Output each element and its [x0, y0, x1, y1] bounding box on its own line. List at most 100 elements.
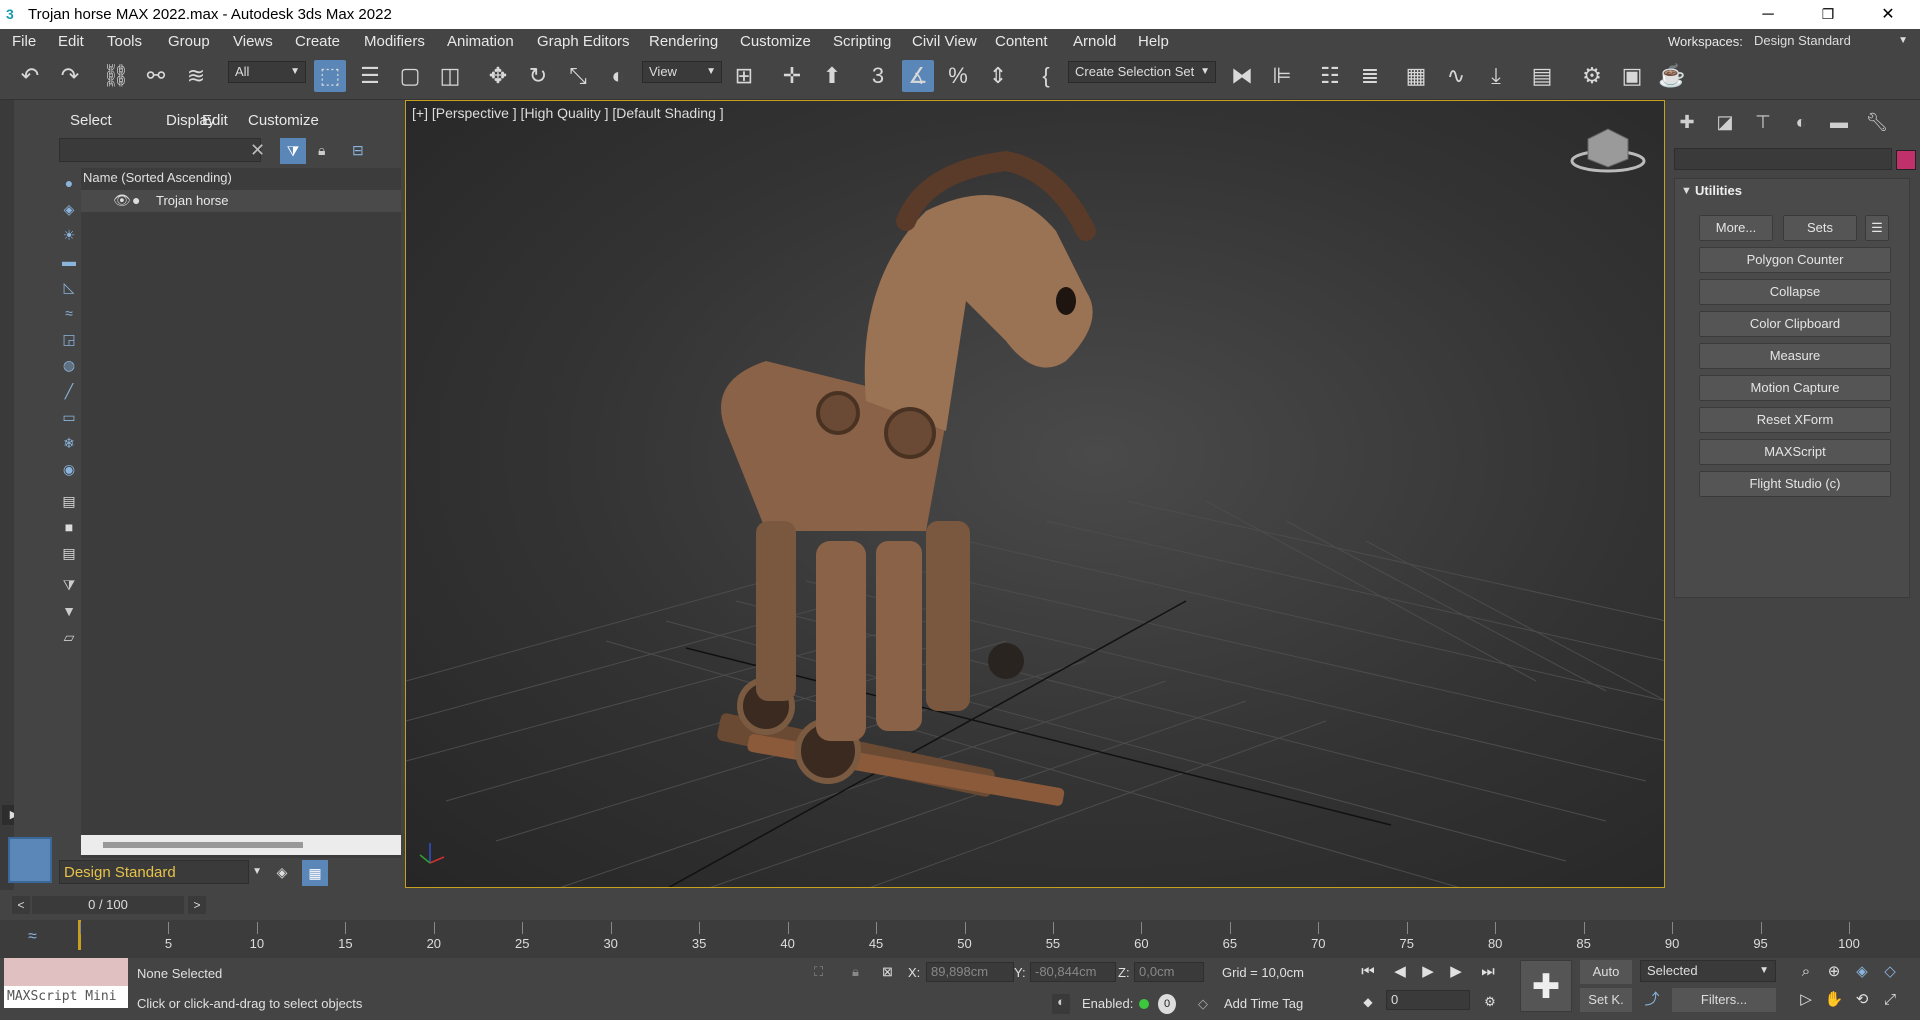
explorer-tab-select[interactable]: Select [70, 112, 112, 129]
motion-tab-icon[interactable]: ◐ [1786, 112, 1816, 134]
snaps-toggle-icon[interactable]: 3 [862, 60, 894, 92]
display-geometry-icon[interactable]: ◈ [58, 198, 80, 220]
explorer-workspace-dropdown[interactable]: Design Standard ▼ [59, 860, 262, 884]
named-selection-set-dropdown[interactable]: Create Selection Set ▼ [1068, 61, 1216, 83]
default-in-out-tangent-icon[interactable]: ⤴ [1640, 988, 1664, 1012]
link-icon[interactable]: ⛓ [100, 60, 132, 92]
display-spacewarps-icon[interactable]: ≈ [58, 302, 80, 324]
maxscript-listener[interactable] [4, 958, 128, 986]
motion-capture-button[interactable]: Motion Capture [1699, 375, 1891, 401]
display-xrefs-icon[interactable]: ◍ [58, 354, 80, 376]
view-cube[interactable] [1570, 128, 1646, 173]
create-tab-icon[interactable]: ✚ [1672, 112, 1702, 134]
perspective-viewport[interactable]: [+] [Perspective ] [High Quality ] [Defa… [405, 100, 1665, 888]
placement-icon[interactable]: ◐ [602, 60, 634, 92]
selection-lock-icon[interactable]: 🔒︎ [852, 964, 859, 980]
maxscript-mini-input[interactable]: MAXScript Mini [4, 986, 128, 1008]
hierarchy-tab-icon[interactable]: ⊤ [1748, 112, 1778, 134]
x-coordinate-field[interactable]: 89,898cm [926, 962, 1014, 982]
render-production-icon[interactable]: ☕ [1656, 60, 1688, 92]
zoom-extents-icon[interactable]: ◈ [1850, 960, 1874, 984]
collapse-arrow-icon[interactable]: ▼ [1681, 185, 1692, 197]
layer-explorer-icon[interactable]: ≣ [1354, 60, 1386, 92]
rollout-title[interactable]: Utilities [1695, 183, 1742, 198]
pan-icon[interactable]: ✋ [1822, 988, 1846, 1012]
align-icon[interactable]: ⊫ [1266, 60, 1298, 92]
window-crossing-icon[interactable]: ◫ [434, 60, 466, 92]
display-frozen-icon[interactable]: ❄ [58, 432, 80, 454]
time-config-icon[interactable]: ⚙ [1478, 990, 1502, 1014]
schematic-view-icon[interactable]: ⤓ [1480, 60, 1512, 92]
curve-editor-icon[interactable]: ∿ [1440, 60, 1472, 92]
collapse-button[interactable]: Collapse [1699, 279, 1891, 305]
list-item[interactable]: 👁︎ ● Trojan horse [81, 190, 401, 212]
menu-edit[interactable]: Edit [58, 33, 84, 50]
display-tab-icon[interactable]: ▬ [1824, 112, 1854, 134]
zoom-extents-all-icon[interactable]: ◇ [1878, 960, 1902, 984]
display-hidden-icon[interactable]: ◉ [58, 458, 80, 480]
clear-search-icon[interactable]: ✕ [250, 140, 265, 161]
play-icon[interactable]: ▶ [1416, 960, 1440, 984]
zoom-all-icon[interactable]: ⊕ [1822, 960, 1846, 984]
display-bones-icon[interactable]: ╱ [58, 380, 80, 402]
trojan-horse-model[interactable] [716, 150, 1096, 807]
time-slider-thumb[interactable]: 0 / 100 [32, 896, 184, 914]
display-containers-icon[interactable]: ▭ [58, 406, 80, 428]
selection-filter-dropdown[interactable]: All ▼ [228, 61, 306, 83]
utilities-tab-icon[interactable]: 🔧︎ [1862, 112, 1892, 134]
measure-button[interactable]: Measure [1699, 343, 1891, 369]
time-prev-button[interactable]: < [12, 896, 30, 914]
unlink-icon[interactable]: ⚯ [140, 60, 172, 92]
display-dependents-icon[interactable]: ▤ [58, 542, 80, 564]
display-children-icon[interactable]: ▤ [58, 490, 80, 512]
auto-key-button[interactable]: Auto [1580, 960, 1632, 984]
menu-civil-view[interactable]: Civil View [912, 33, 977, 50]
filter-funnel-icon[interactable]: ▼ [58, 600, 80, 622]
close-button[interactable]: ✕ [1865, 0, 1911, 29]
scene-explorer-icon[interactable]: ☷ [1314, 60, 1346, 92]
polygon-counter-button[interactable]: Polygon Counter [1699, 247, 1891, 273]
display-cameras-icon[interactable]: ▬ [58, 250, 80, 272]
rectangular-selection-icon[interactable]: ▢ [394, 60, 426, 92]
lock-icon[interactable]: 🔒︎ [318, 142, 325, 159]
toggle-ribbon-icon[interactable]: ▦ [1400, 60, 1432, 92]
eye-icon[interactable]: 👁︎ [113, 192, 131, 209]
key-mode-icon[interactable]: ◆ [1356, 990, 1380, 1014]
field-of-view-icon[interactable]: ▷ [1794, 988, 1818, 1012]
absolute-mode-icon[interactable]: ⊠ [882, 964, 893, 980]
object-color-swatch[interactable] [1896, 150, 1916, 170]
display-all-icon[interactable]: ● [58, 172, 80, 194]
menu-group[interactable]: Group [168, 33, 210, 50]
menu-customize[interactable]: Customize [740, 33, 811, 50]
track-bar[interactable]: ≈ 5 10 15 20 25 30 35 40 45 50 55 60 65 70 75 80 85 90 95 1… [0, 920, 1920, 958]
next-frame-icon[interactable]: ▶ [1444, 960, 1468, 984]
folder-icon[interactable]: ▱ [58, 626, 80, 648]
mirror-icon[interactable]: ⧓ [1226, 60, 1258, 92]
menu-help[interactable]: Help [1138, 33, 1169, 50]
goto-end-icon[interactable]: ⏭ [1476, 960, 1500, 984]
select-object-icon[interactable]: ⬚ [314, 60, 346, 92]
key-filter-dropdown[interactable]: Selected ▼ [1640, 960, 1776, 982]
explorer-tab-customize[interactable]: Customize [248, 112, 319, 129]
rotate-icon[interactable]: ↻ [522, 60, 554, 92]
current-frame-field[interactable]: 0 [1386, 990, 1470, 1010]
menu-content[interactable]: Content [995, 33, 1048, 50]
more-button[interactable]: More... [1699, 215, 1773, 241]
sets-button[interactable]: Sets [1783, 215, 1857, 241]
menu-rendering[interactable]: Rendering [649, 33, 718, 50]
prev-frame-icon[interactable]: ◀ [1388, 960, 1412, 984]
undo-icon[interactable]: ↶ [14, 60, 46, 92]
menu-animation[interactable]: Animation [447, 33, 514, 50]
menu-graph-editors[interactable]: Graph Editors [537, 33, 630, 50]
y-coordinate-field[interactable]: -80,844cm [1030, 962, 1116, 982]
render-setup-icon[interactable]: ⚙ [1576, 60, 1608, 92]
mini-curve-editor-icon[interactable]: ≈ [28, 928, 37, 946]
layers-icon[interactable]: ◈ [270, 860, 294, 884]
menu-views[interactable]: Views [233, 33, 273, 50]
move-icon[interactable]: ✥ [482, 60, 514, 92]
maximize-viewport-icon[interactable]: ⤢ [1878, 988, 1902, 1012]
maxscript-button[interactable]: MAXScript [1699, 439, 1891, 465]
add-time-tag-button[interactable]: Add Time Tag [1224, 996, 1303, 1011]
scene-explorer-toggle-icon[interactable]: ▦ [302, 860, 328, 886]
scrollbar-thumb[interactable] [103, 842, 303, 848]
